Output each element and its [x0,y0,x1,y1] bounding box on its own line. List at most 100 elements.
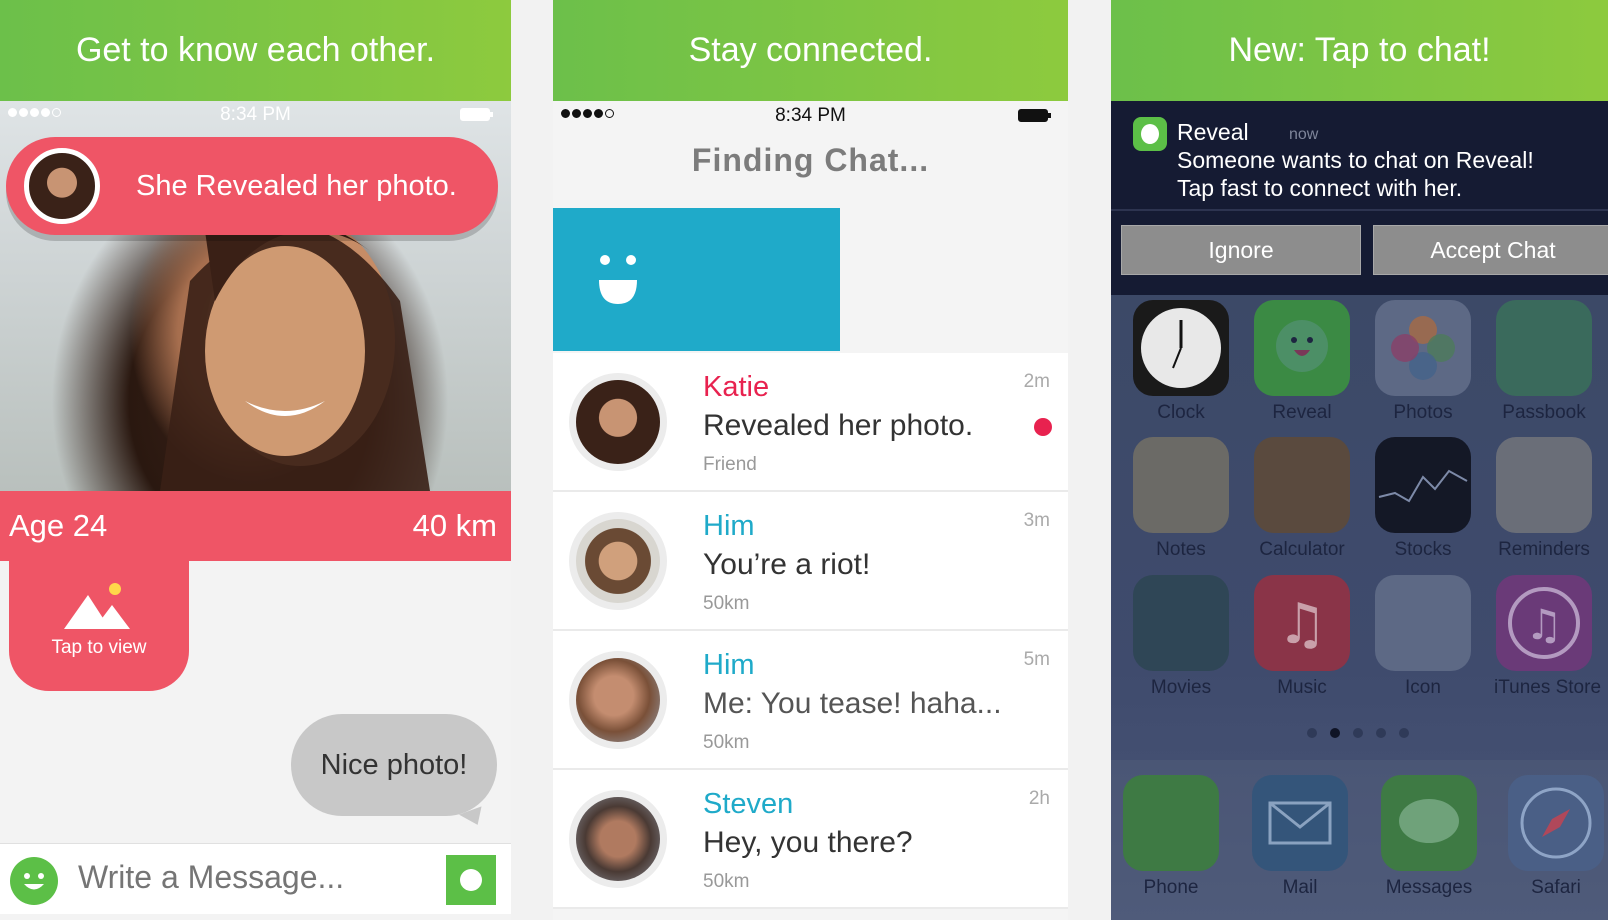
chat-subtitle: 50km [703,593,750,614]
reveal-icon [1133,117,1167,151]
app-label: Reveal [1272,402,1332,423]
page-indicator[interactable] [1307,728,1409,738]
app-icon-icon [1375,575,1471,671]
chat-time: 3m [1023,510,1050,531]
unread-indicator [1034,418,1052,436]
screen-profile: Get to know each other. 8:34 PM She Reve… [0,0,511,920]
app-label: Icon [1405,677,1441,698]
mail-icon [1252,775,1348,871]
finding-chat-banner[interactable] [553,208,840,351]
app-movies[interactable]: Movies [1131,575,1231,699]
message-input[interactable] [76,858,420,897]
notification-body: Tap fast to connect with her. [1177,175,1463,201]
age-label: Age 24 [9,508,108,543]
app-messages[interactable]: Messages [1379,775,1479,899]
app-label: Photos [1393,402,1453,423]
chat-row-steven[interactable]: Steven Hey, you there? 50km 2h [553,770,1068,909]
status-bar: 8:34 PM [553,101,1068,131]
ignore-button[interactable]: Ignore [1121,225,1361,275]
reveal-text: She Revealed her photo. [136,169,457,202]
app-label: Notes [1156,539,1206,560]
chat-row-katie[interactable]: Katie Revealed her photo. Friend 2m [553,353,1068,492]
app-stocks[interactable]: Stocks [1373,437,1473,561]
banner-title: Stay connected. [553,0,1068,101]
chat-row-him[interactable]: Him You’re a riot! 50km 3m [553,492,1068,631]
svg-text:♫: ♫ [1525,600,1563,649]
page-title: Finding Chat... [691,142,930,178]
stocks-icon [1375,437,1471,533]
reminders-icon [1496,437,1592,533]
app-label: iTunes Store [1494,677,1602,698]
chat-message: Me: You tease! haha... [703,687,1002,720]
app-passbook[interactable]: Passbook [1494,300,1594,424]
avatar [569,373,667,471]
app-clock[interactable]: Clock [1131,300,1231,424]
chat-time: 2m [1023,371,1050,392]
avatar [569,512,667,610]
app-label: Calculator [1259,539,1345,560]
camera-icon[interactable] [446,855,496,905]
avatar [24,148,100,224]
app-safari[interactable]: Safari [1506,775,1606,899]
app-label: Reminders [1498,539,1590,560]
battery-icon [460,108,493,121]
chat-name: Katie [703,371,770,403]
message-composer [0,843,511,914]
app-reveal[interactable]: Reveal [1252,300,1352,424]
status-bar: 8:34 PM [0,100,511,130]
passbook-icon [1496,300,1592,396]
screen-chat-list: Stay connected. 8:34 PM Finding Chat... … [553,0,1068,920]
app-label: Clock [1157,402,1205,423]
push-notification[interactable]: Reveal now Someone wants to chat on Reve… [1111,101,1608,295]
phone-icon [1123,775,1219,871]
banner-title: New: Tap to chat! [1111,0,1608,101]
app-label: Stocks [1394,539,1452,560]
app-icon[interactable]: Icon [1373,575,1473,699]
app-calculator[interactable]: Calculator [1252,437,1352,561]
chat-subtitle: 50km [703,732,750,753]
battery-icon [1018,109,1051,122]
app-label: Messages [1385,877,1473,898]
notification-body: Someone wants to chat on Reveal! [1177,147,1534,173]
message-bubble: Nice photo! [291,714,497,816]
app-label: Passbook [1502,402,1586,423]
app-reminders[interactable]: Reminders [1494,437,1594,561]
avatar [569,790,667,888]
app-music[interactable]: ♫ Music [1252,575,1352,699]
accept-chat-button[interactable]: Accept Chat [1373,225,1608,275]
svg-text:♫: ♫ [1277,592,1327,657]
app-label: Safari [1531,877,1581,898]
messages-icon [1381,775,1477,871]
chat-message: You’re a riot! [703,548,871,581]
music-icon: ♫ [1254,575,1350,671]
chat-message: Revealed her photo. [703,409,974,442]
app-phone[interactable]: Phone [1121,775,1221,899]
app-itunes-store[interactable]: ♫ iTunes Store [1494,575,1602,699]
chat-subtitle: Friend [703,454,757,475]
banner-title: Get to know each other. [0,0,511,101]
chat-name: Him [703,510,755,542]
tap-to-view-button[interactable]: Tap to view [9,561,189,691]
chat-name: Steven [703,788,794,820]
app-label: Phone [1143,877,1199,898]
image-icon [64,583,130,629]
notification-time: now [1289,126,1319,143]
smiley-icon[interactable] [10,857,58,905]
chat-name: Him [703,649,755,681]
chat-row-him[interactable]: Him Me: You tease! haha... 50km 5m [553,631,1068,770]
app-notes[interactable]: Notes [1131,437,1231,561]
tap-to-view-label: Tap to view [51,637,147,658]
notification-app: Reveal [1177,119,1249,145]
notes-icon [1133,437,1229,533]
itunes-icon: ♫ [1496,575,1592,671]
screen-home-notification: New: Tap to chat! Clock Reveal Photos Pa… [1111,0,1608,920]
status-time: 8:34 PM [220,104,291,125]
app-label: Movies [1150,677,1212,698]
status-time: 8:34 PM [775,105,846,126]
app-mail[interactable]: Mail [1250,775,1350,899]
app-photos[interactable]: Photos [1373,300,1473,424]
smiley-icon [599,255,637,304]
safari-icon [1508,775,1604,871]
divider [1111,209,1608,211]
reveal-notice: She Revealed her photo. [6,137,498,235]
